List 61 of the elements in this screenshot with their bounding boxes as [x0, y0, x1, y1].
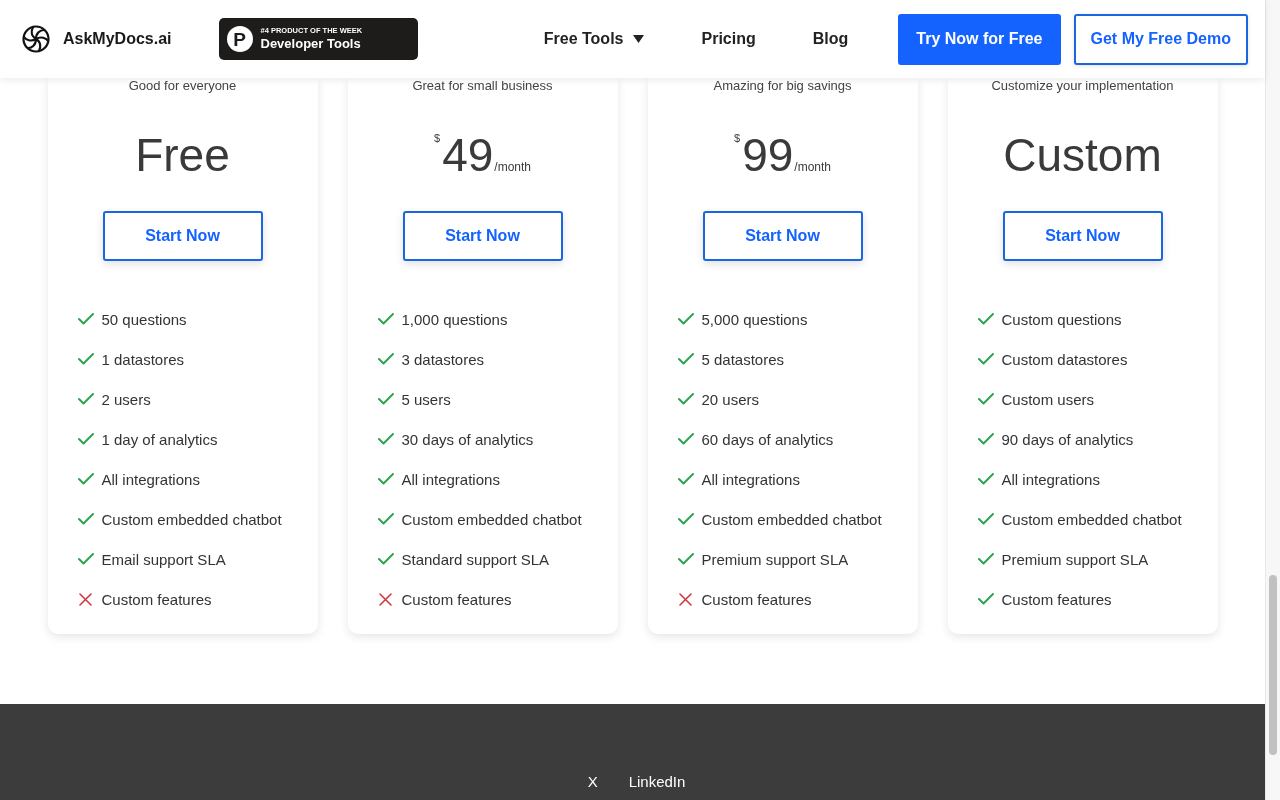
feature-label: 1 datastores — [101, 350, 185, 368]
footer-link[interactable]: X — [587, 773, 598, 790]
price-amount: 49 — [442, 128, 494, 183]
nav-link[interactable]: Free Tools — [543, 30, 645, 48]
feature-label: 60 days of analytics — [701, 430, 834, 448]
plan-tagline: Customize your implementation — [991, 78, 1174, 94]
scrollbar-thumb[interactable] — [1269, 575, 1277, 755]
feature-label: 2 users — [101, 390, 151, 408]
feature-label: Custom features — [701, 590, 812, 608]
feature-label: 3 datastores — [401, 350, 485, 368]
brand-name[interactable]: AskMyDocs.ai — [63, 30, 172, 48]
try-now-button[interactable]: Try Now for Free — [898, 13, 1061, 65]
feature-label: All integrations — [401, 470, 500, 488]
badge-logo: P — [226, 26, 253, 52]
feature-label: Custom features — [401, 590, 512, 608]
price-amount: Free — [135, 128, 230, 183]
feature-label: Premium support SLA — [1001, 550, 1149, 568]
feature-label: Custom features — [1001, 590, 1112, 608]
feature-label: Standard support SLA — [401, 550, 550, 568]
feature-label: All integrations — [701, 470, 800, 488]
demo-button[interactable]: Get My Free Demo — [1073, 13, 1248, 65]
feature-label: Custom questions — [1001, 310, 1122, 328]
feature-label: 50 questions — [101, 310, 187, 328]
feature-label: 30 days of analytics — [401, 430, 534, 448]
feature-label: Email support SLA — [101, 550, 226, 568]
feature-label: Custom datastores — [1001, 350, 1128, 368]
start-now-button[interactable]: Start Now — [702, 211, 863, 261]
feature-label: All integrations — [101, 470, 200, 488]
plan-tagline: Good for everyone — [128, 78, 237, 94]
feature-label: 1 day of analytics — [101, 430, 218, 448]
feature-label: 5 users — [401, 390, 451, 408]
start-now-button[interactable]: Start Now — [1002, 211, 1163, 261]
price-period: /month — [494, 160, 531, 174]
feature-label: All integrations — [1001, 470, 1100, 488]
feature-label: 5,000 questions — [701, 310, 808, 328]
spiral-logo-icon[interactable] — [22, 25, 50, 53]
currency-symbol: $ — [734, 133, 741, 144]
feature-label: 90 days of analytics — [1001, 430, 1134, 448]
feature-label: 5 datastores — [701, 350, 785, 368]
nav-link[interactable]: Pricing — [701, 30, 756, 48]
start-now-button[interactable]: Start Now — [402, 211, 563, 261]
feature-label: Custom embedded chatbot — [101, 510, 282, 528]
price-period: /month — [794, 160, 831, 174]
feature-label: Premium support SLA — [701, 550, 849, 568]
feature-label: Custom embedded chatbot — [1001, 510, 1182, 528]
feature-label: Custom features — [101, 590, 212, 608]
feature-label: 20 users — [701, 390, 760, 408]
price-amount: 99 — [742, 128, 794, 183]
plan-tagline: Great for small business — [412, 78, 553, 94]
footer-link[interactable]: LinkedIn — [628, 773, 686, 790]
feature-label: Custom embedded chatbot — [401, 510, 582, 528]
feature-label: Custom embedded chatbot — [701, 510, 882, 528]
plan-tagline: Amazing for big savings — [713, 78, 852, 94]
price-amount: Custom — [1003, 128, 1162, 183]
feature-label: 1,000 questions — [401, 310, 508, 328]
scrollbar-track[interactable] — [1265, 0, 1280, 800]
feature-label: Custom users — [1001, 390, 1095, 408]
nav-link[interactable]: Blog — [812, 30, 849, 48]
currency-symbol: $ — [434, 133, 441, 144]
badge-title: Developer Tools — [260, 36, 362, 51]
start-now-button[interactable]: Start Now — [102, 211, 263, 261]
